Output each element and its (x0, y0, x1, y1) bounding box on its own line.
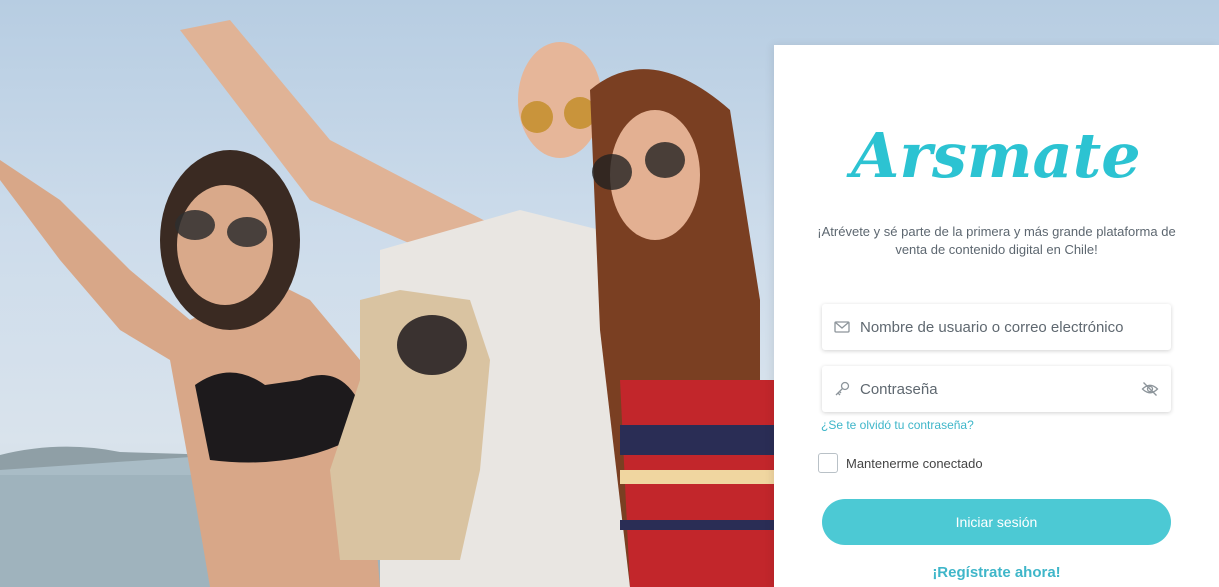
logo-wordmark: Arsmate (846, 119, 1141, 192)
username-field[interactable] (822, 304, 1171, 350)
brand-logo: Arsmate (774, 107, 1219, 197)
svg-text:Arsmate: Arsmate (846, 119, 1141, 192)
login-button[interactable]: Iniciar sesión (822, 499, 1171, 545)
password-field[interactable] (822, 366, 1171, 412)
remember-me-label: Mantenerme conectado (846, 455, 983, 471)
key-icon (834, 381, 850, 397)
login-card: Arsmate ¡Atrévete y sé parte de la prime… (774, 45, 1219, 587)
register-link[interactable]: ¡Regístrate ahora! (774, 564, 1219, 581)
username-input[interactable] (860, 318, 1171, 336)
tagline: ¡Atrévete y sé parte de la primera y más… (817, 224, 1176, 257)
checkbox-box[interactable] (818, 453, 838, 473)
mail-icon (834, 319, 850, 335)
forgot-password-link[interactable]: ¿Se te olvidó tu contraseña? (821, 418, 974, 432)
eye-off-icon[interactable] (1141, 380, 1159, 398)
remember-me-checkbox[interactable]: Mantenerme conectado (818, 453, 983, 473)
password-input[interactable] (860, 380, 1171, 398)
